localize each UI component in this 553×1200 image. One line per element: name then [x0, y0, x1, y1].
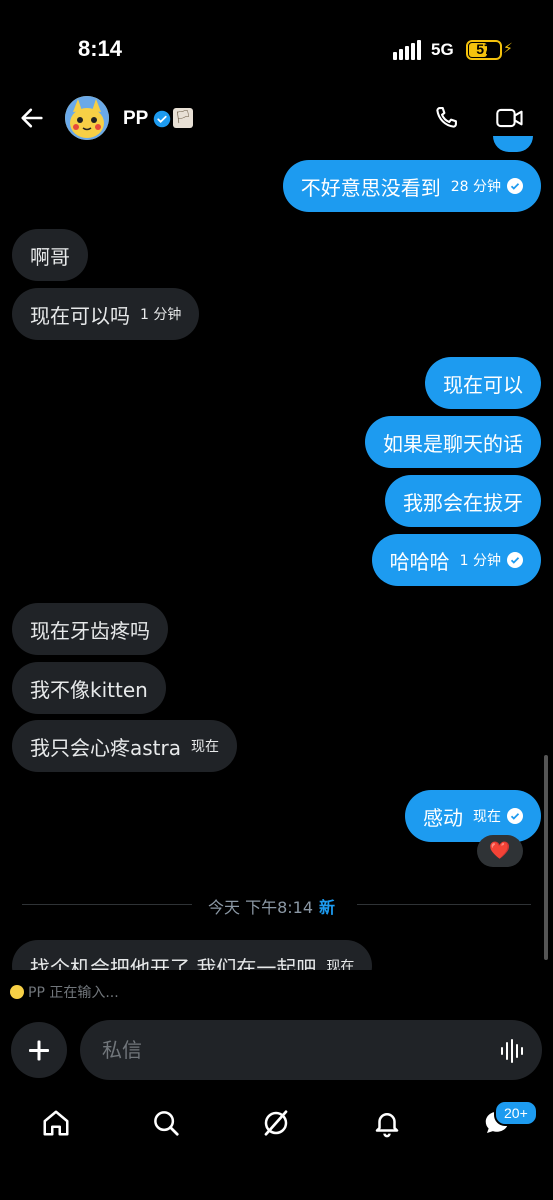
grok-icon[interactable]: [261, 1108, 291, 1138]
message-bubble[interactable]: 现在可以: [425, 357, 541, 409]
message-text: 我不像kitten: [30, 677, 148, 702]
messages-badge: 20+: [494, 1100, 538, 1126]
notifications-icon[interactable]: [372, 1108, 402, 1138]
message-input[interactable]: [80, 1020, 542, 1080]
typing-text: PP 正在输入...: [28, 985, 119, 1001]
message-bubble[interactable]: 啊哥: [12, 229, 88, 281]
date-label: 今天 下午8:14: [208, 898, 314, 917]
date-divider: 今天 下午8:14 新: [208, 894, 335, 918]
typing-indicator: PP 正在输入...: [10, 982, 119, 1002]
message-text: 啊哥: [30, 244, 70, 269]
message-bubble[interactable]: 现在牙齿疼吗: [12, 603, 168, 655]
flag-emoji: 🏳: [173, 108, 193, 128]
message-bubble[interactable]: 现在可以吗 1 分钟: [12, 288, 200, 340]
heart-reaction[interactable]: ❤️: [477, 835, 523, 867]
video-call-icon[interactable]: [495, 104, 525, 132]
message-bubble[interactable]: 我只会心疼astra 现在: [12, 720, 237, 772]
read-check-icon: [507, 552, 523, 568]
read-check-icon: [507, 178, 523, 194]
message-text: 现在可以: [443, 372, 523, 397]
message-bubble[interactable]: 感动 现在: [405, 790, 541, 842]
avatar[interactable]: [65, 96, 109, 140]
new-label: 新: [319, 898, 336, 917]
message-bubble[interactable]: 我不像kitten: [12, 662, 166, 714]
message-time: 现在: [326, 959, 355, 970]
add-attachment-button[interactable]: [11, 1022, 67, 1078]
message-text: 我那会在拔牙: [403, 490, 523, 515]
message-bubble[interactable]: 找个机会把他开了 我们在一起吧 现在: [12, 940, 373, 971]
divider-line: [357, 904, 531, 905]
message-text: 找个机会把他开了 我们在一起吧: [30, 955, 317, 971]
message-bubble[interactable]: 不好意思没看到 28 分钟: [282, 160, 541, 212]
message-time: 28 分钟: [450, 179, 501, 195]
message-time: 现在: [473, 809, 501, 825]
status-time: 8:14: [78, 36, 123, 61]
network-label: 5G: [431, 40, 454, 59]
message-time: 1 分钟: [459, 553, 501, 569]
battery-icon: 57: [466, 40, 502, 60]
message-text: 哈哈哈: [389, 549, 450, 574]
charging-icon: ⚡: [503, 41, 513, 57]
message-clip: 找个机会把他开了 我们在一起吧 现在: [0, 940, 553, 970]
message-text: 如果是聊天的话: [383, 431, 523, 456]
contact-name[interactable]: PP: [123, 108, 148, 130]
back-arrow-icon[interactable]: [18, 104, 46, 132]
avatar-small: [10, 985, 24, 999]
phone-icon[interactable]: [432, 104, 460, 132]
message-text: 我只会心疼astra: [30, 735, 181, 760]
home-icon[interactable]: [41, 1108, 71, 1138]
message-text: 感动: [423, 805, 463, 830]
message-bubble[interactable]: 我那会在拔牙: [385, 475, 541, 527]
voice-message-icon[interactable]: [500, 1038, 526, 1064]
message-text: 现在牙齿疼吗: [30, 618, 150, 643]
message-bubble-partial: [493, 136, 533, 152]
read-check-icon: [507, 808, 523, 824]
message-text: 不好意思没看到: [300, 175, 441, 200]
verified-badge-icon: [153, 110, 171, 128]
message-text: 现在可以吗: [30, 303, 130, 328]
scrollbar[interactable]: [544, 755, 548, 960]
battery-percent: 57: [476, 41, 492, 57]
message-time: 现在: [191, 739, 219, 755]
divider-line: [22, 904, 192, 905]
message-time: 1 分钟: [140, 307, 182, 323]
search-icon[interactable]: [151, 1108, 181, 1138]
message-bubble[interactable]: 哈哈哈 1 分钟: [371, 534, 541, 586]
message-bubble[interactable]: 如果是聊天的话: [365, 416, 541, 468]
